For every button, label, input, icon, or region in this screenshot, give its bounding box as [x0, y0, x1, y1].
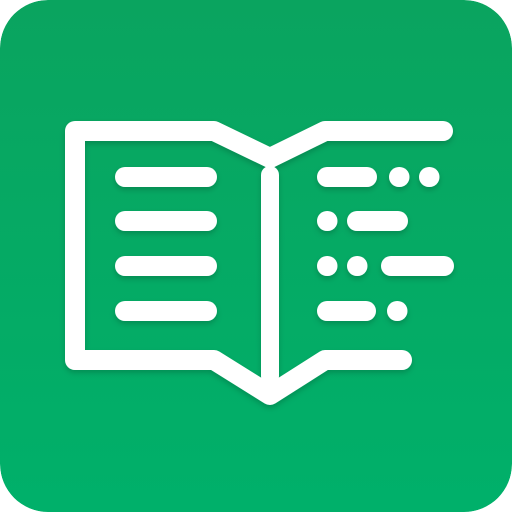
app-icon[interactable]: [0, 0, 512, 512]
open-book-icon: [0, 0, 512, 512]
